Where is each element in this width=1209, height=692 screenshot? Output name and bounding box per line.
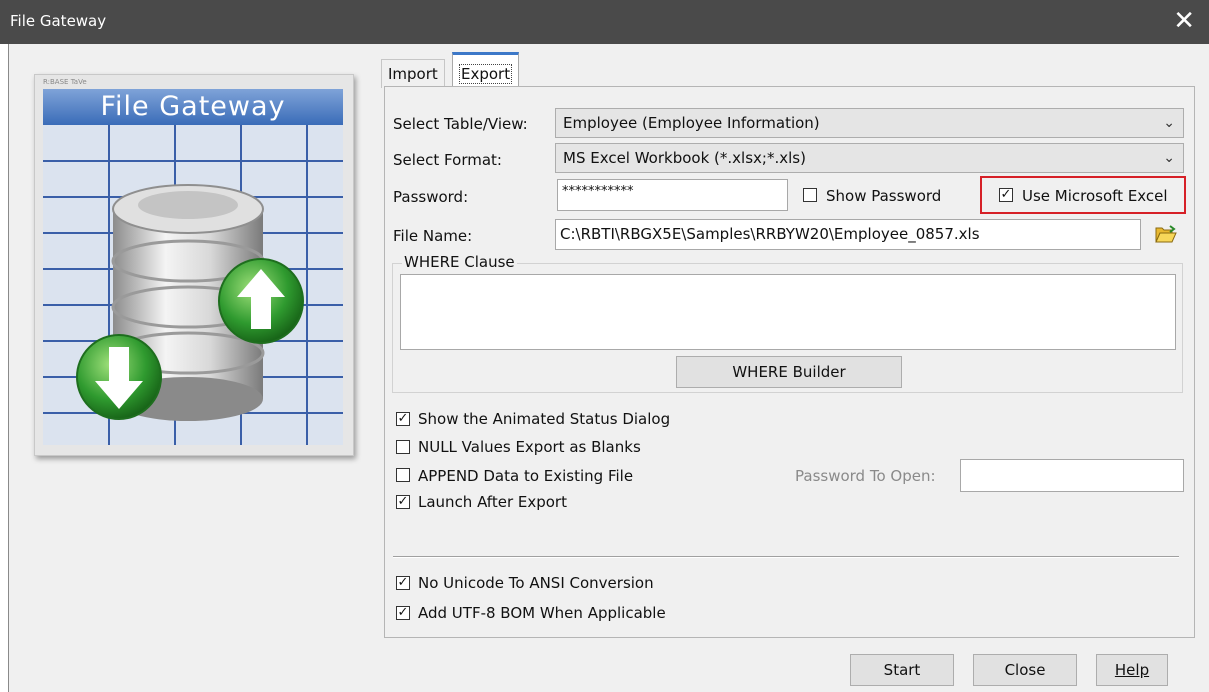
null-blanks-label: NULL Values Export as Blanks [418,438,641,456]
table-view-select[interactable]: Employee (Employee Information) ⌄ [555,108,1184,138]
chevron-down-icon: ⌄ [1163,150,1175,166]
format-label: Select Format: [393,151,502,169]
logo-graphic [43,125,343,445]
password-label: Password: [393,188,469,206]
null-blanks-checkbox[interactable] [396,440,410,454]
show-password-label: Show Password [826,187,942,205]
where-clause-textarea[interactable] [400,274,1176,350]
password-input[interactable]: *********** [557,179,788,211]
utf8-bom-checkbox[interactable]: ✓ [396,606,410,620]
no-unicode-conversion-checkbox[interactable]: ✓ [396,576,410,590]
logo-caption: R:BASE TaVe [43,78,87,86]
append-data-checkbox[interactable] [396,468,410,482]
utf8-bom-label: Add UTF-8 BOM When Applicable [418,604,666,622]
filename-input[interactable]: C:\RBTI\RBGX5E\Samples\RRBYW20\Employee_… [555,219,1141,250]
use-excel-checkbox[interactable]: ✓ [999,188,1013,202]
where-clause-label: WHERE Clause [402,253,517,271]
password-to-open-label: Password To Open: [795,467,936,485]
window-title: File Gateway [10,12,107,30]
chevron-down-icon: ⌄ [1163,115,1175,131]
arrow-down-icon [76,334,162,420]
close-button[interactable]: Close [973,654,1077,686]
file-gateway-logo: R:BASE TaVe File Gateway [34,74,354,456]
use-excel-label: Use Microsoft Excel [1022,187,1168,205]
help-button[interactable]: Help [1096,654,1168,686]
password-to-open-input[interactable] [960,459,1184,492]
animated-status-label: Show the Animated Status Dialog [418,410,671,428]
folder-open-icon[interactable] [1155,224,1177,244]
table-view-label: Select Table/View: [393,115,528,133]
logo-banner: File Gateway [43,89,343,125]
start-button[interactable]: Start [850,654,954,686]
animated-status-checkbox[interactable]: ✓ [396,412,410,426]
divider [393,556,1179,558]
table-view-value: Employee (Employee Information) [563,114,820,132]
format-value: MS Excel Workbook (*.xlsx;*.xls) [563,149,806,167]
launch-after-export-label: Launch After Export [418,493,567,511]
logo-image: File Gateway [43,89,343,445]
tab-import[interactable]: Import [381,59,445,88]
arrow-up-icon [218,258,304,344]
where-builder-button[interactable]: WHERE Builder [676,356,902,388]
format-select[interactable]: MS Excel Workbook (*.xlsx;*.xls) ⌄ [555,143,1184,173]
close-window-button[interactable]: ✕ [1173,6,1195,36]
tab-export[interactable]: Export [452,52,520,90]
no-unicode-conversion-label: No Unicode To ANSI Conversion [418,574,654,592]
append-data-label: APPEND Data to Existing File [418,467,634,485]
title-bar: File Gateway ✕ [0,0,1209,44]
show-password-checkbox[interactable] [803,188,817,202]
launch-after-export-checkbox[interactable]: ✓ [396,495,410,509]
filename-label: File Name: [393,227,473,245]
tab-export-label: Export [459,64,513,84]
